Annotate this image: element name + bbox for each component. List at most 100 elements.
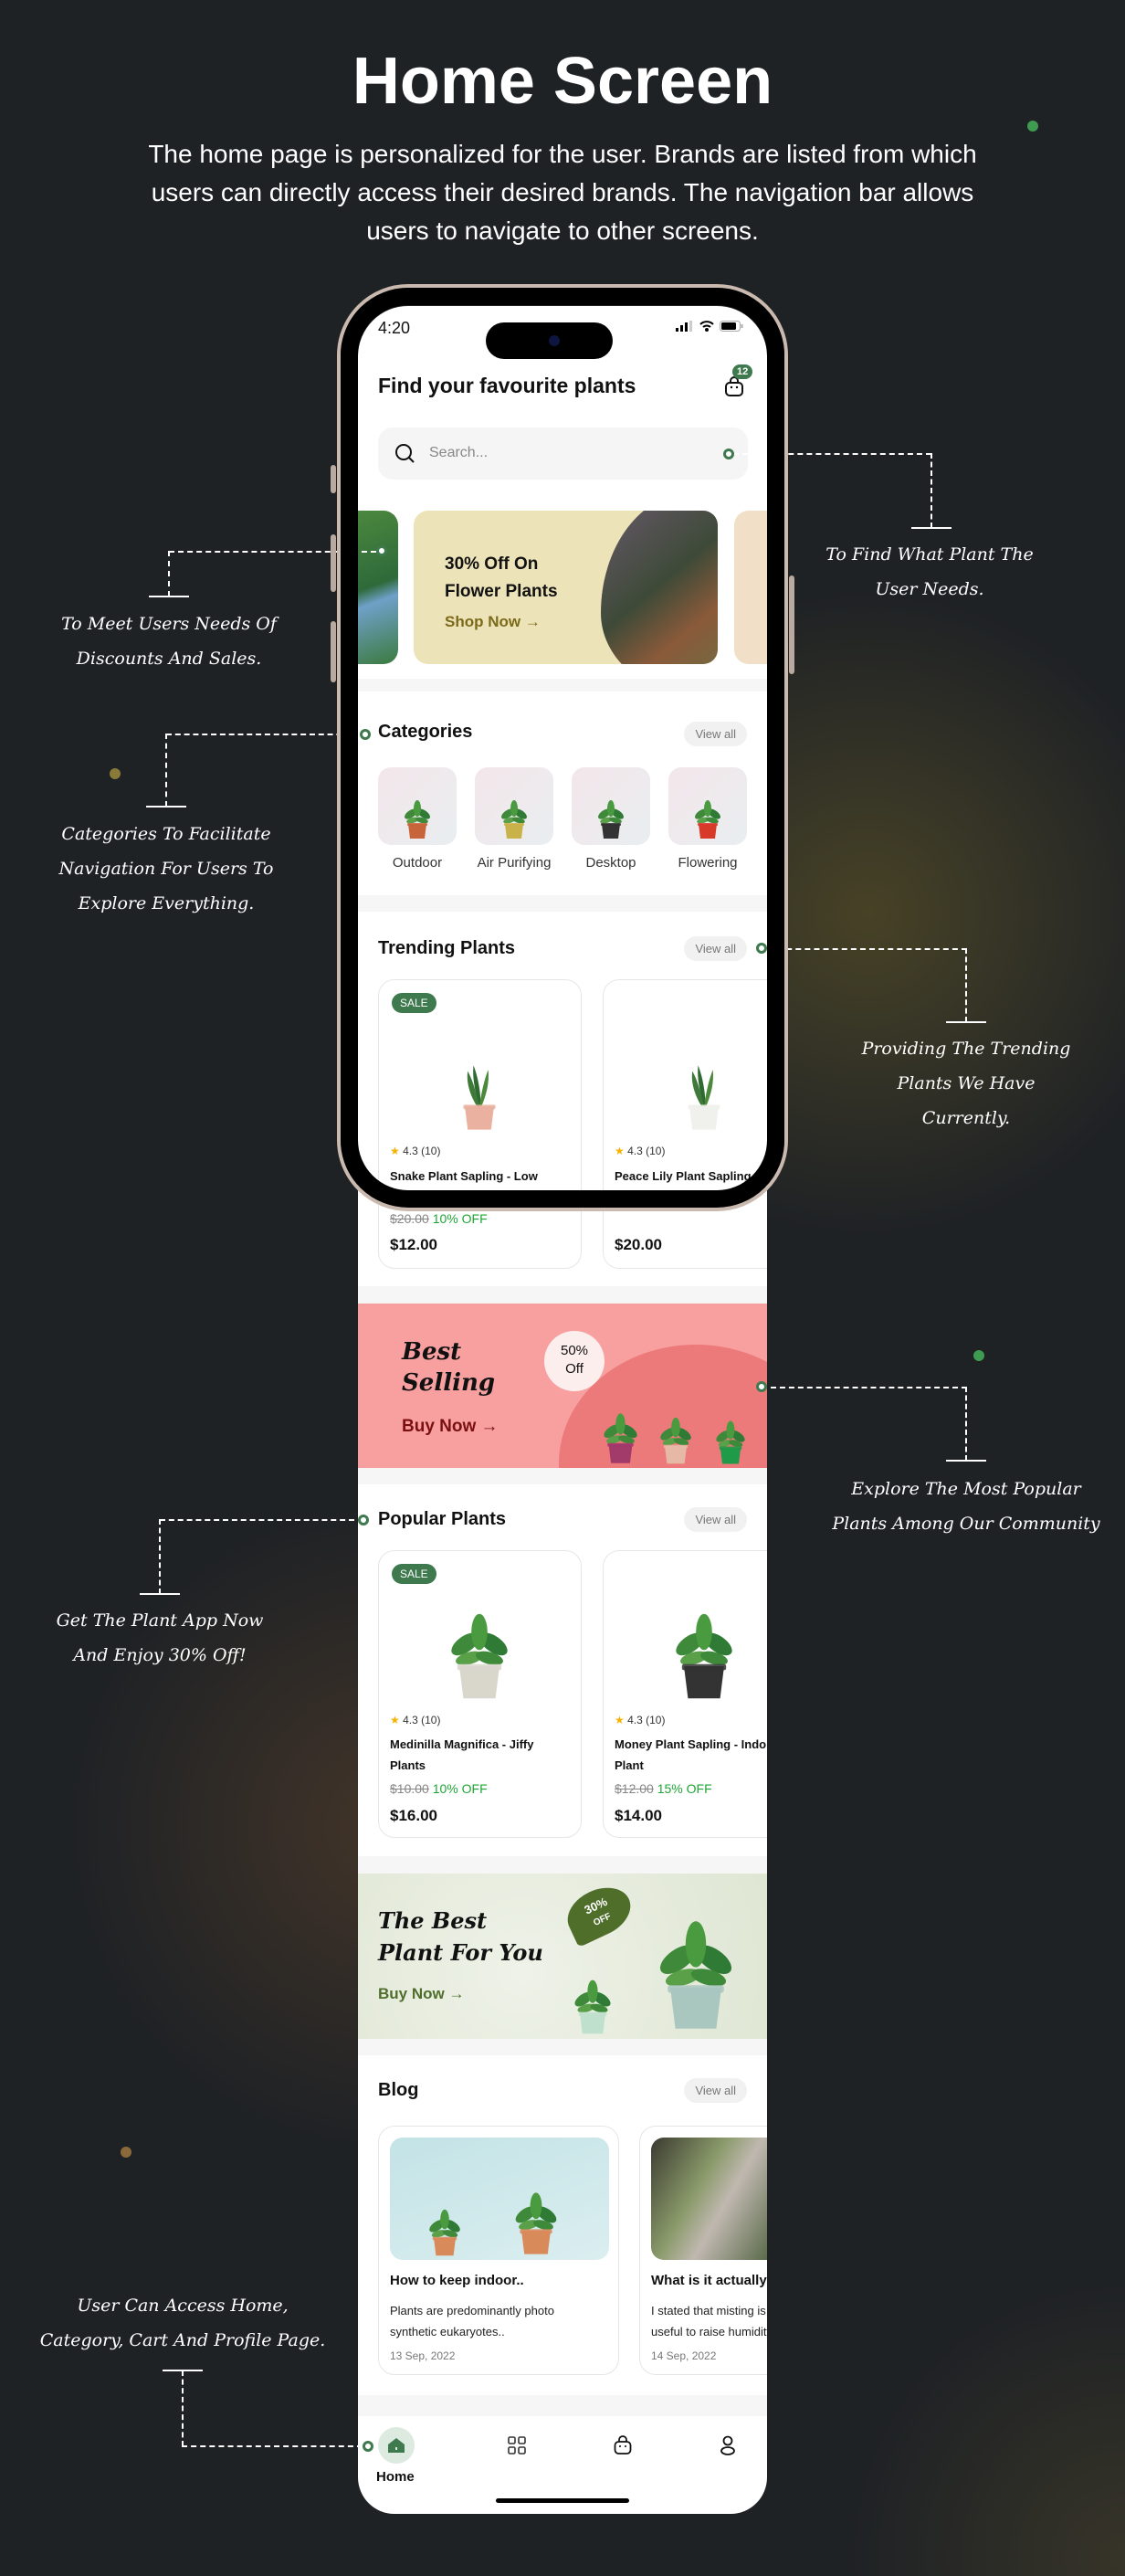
blog-image (651, 2138, 767, 2260)
cart-bag-icon[interactable] (614, 2435, 632, 2455)
phone-button (331, 621, 336, 682)
discount-tag: 30% OFF (559, 1878, 639, 1948)
price-discount: $10.00 10% OFF (390, 1781, 488, 1796)
rating: ★ 4.3 (10) (615, 1145, 666, 1157)
annotation-dot (756, 943, 767, 954)
blog-card[interactable]: How to keep indoor.. Plants are predomin… (378, 2126, 619, 2375)
star-icon: ★ (390, 1145, 400, 1157)
decor-dot (121, 2147, 131, 2158)
product-name: Peace Lily Plant Sapling (615, 1169, 752, 1183)
annotation-dot (756, 1381, 767, 1392)
annotation-line (930, 453, 932, 528)
trending-view-all[interactable]: View all (684, 936, 747, 961)
annotation-tick (140, 1593, 180, 1595)
banner-line2: Flower Plants (445, 582, 558, 601)
annotation-categories: Categories To Facilitate Navigation For U… (58, 824, 274, 913)
rating: ★ 4.3 (10) (390, 1145, 441, 1157)
phone-button (331, 465, 336, 493)
categories-view-all[interactable]: View all (684, 722, 747, 746)
promo-banner[interactable]: 30% Off On Flower Plants Shop Now → (414, 511, 718, 664)
page-title: Home Screen (352, 45, 773, 118)
annotation-dot (376, 545, 387, 556)
blog-excerpt: Plants are predominantly photo synthetic … (390, 2304, 554, 2338)
dynamic-island (486, 322, 613, 359)
home-icon (388, 2438, 405, 2453)
blog-view-all[interactable]: View all (684, 2078, 747, 2103)
blog-card[interactable]: What is it actually I stated that mistin… (639, 2126, 767, 2375)
cart-count-badge: 12 (732, 364, 753, 379)
annotation-trending: Providing The Trending Plants We Have Curr… (861, 1039, 1071, 1128)
category-grid-icon[interactable] (508, 2436, 526, 2455)
promo-banner-next[interactable] (734, 511, 767, 664)
product-price: $16.00 (390, 1807, 437, 1824)
annotation-dot (360, 729, 371, 740)
annotation-line (182, 2445, 363, 2447)
annotation-discounts: To Meet Users Needs Of Discounts And Sale… (61, 614, 277, 669)
divider (358, 895, 767, 912)
shop-now-link[interactable]: Shop Now → (445, 613, 541, 631)
plant-image (632, 1883, 760, 2039)
best-plant-banner[interactable]: The Best Plant For You Buy Now → 30% OFF (358, 1874, 767, 2039)
product-card[interactable]: SALE ★ 4.3 (10) Snake Plant Sapling - Lo… (378, 979, 582, 1269)
blog-title: Blog (378, 2080, 419, 2100)
plant-image (654, 1564, 754, 1706)
product-card[interactable]: SALE ★ 4.3 (10) Medinilla Magnifica - Ji… (378, 1550, 582, 1838)
bottom-nav: Home (358, 2416, 767, 2514)
annotation-search: To Find What Plant The User Needs. (825, 544, 1034, 599)
product-name-line2: Plants (390, 1758, 426, 1772)
camera-icon (549, 335, 560, 346)
star-icon: ★ (615, 1145, 625, 1157)
annotation-line (733, 453, 931, 455)
annotation-line (160, 1519, 354, 1521)
product-card[interactable]: ★ 4.3 (10) Money Plant Sapling - Indoor … (603, 1550, 767, 1838)
decor-dot (1027, 121, 1038, 132)
product-name: Money Plant Sapling - Indoor (615, 1737, 766, 1751)
header-title: Find your favourite plants (378, 374, 636, 397)
profile-icon[interactable] (720, 2435, 736, 2455)
divider (358, 1856, 767, 1874)
divider (358, 1286, 767, 1304)
status-icons (676, 321, 743, 332)
page-description: The home page is personalized for the us… (148, 140, 977, 245)
product-price: $12.00 (390, 1236, 437, 1253)
annotation-tick (146, 806, 186, 808)
blog-excerpt: I stated that misting is useful to raise … (651, 2304, 767, 2338)
popular-view-all[interactable]: View all (684, 1507, 747, 1532)
plant-image (561, 1961, 625, 2039)
popular-title: Popular Plants (378, 1509, 507, 1529)
annotation-line (768, 948, 967, 950)
buy-now-link[interactable]: Buy Now → (402, 1417, 499, 1437)
annotation-tick (946, 1021, 986, 1023)
best-selling-banner[interactable]: Best Selling Buy Now → 50% Off (358, 1304, 767, 1468)
plant-image (394, 773, 440, 842)
annotation-line (169, 551, 376, 553)
blog-date: 14 Sep, 2022 (651, 2349, 717, 2362)
category-desktop[interactable] (572, 767, 650, 845)
annotation-navigation: User Can Access Home, Category, Cart And … (39, 2296, 326, 2350)
promo-banner-prev[interactable] (358, 511, 398, 664)
annotation-line (166, 734, 360, 735)
blog-title: How to keep indoor.. (390, 2273, 524, 2288)
status-time: 4:20 (378, 319, 411, 337)
annotation-line (965, 948, 967, 1022)
nav-home[interactable] (378, 2427, 415, 2464)
annotation-dot (723, 449, 734, 459)
category-label: Air Purifying (477, 855, 552, 871)
plant-image (417, 2138, 472, 2260)
buy-now-link[interactable]: Buy Now → (378, 1985, 464, 2003)
divider (358, 2395, 767, 2416)
category-flowering[interactable] (668, 767, 747, 845)
plant-image (588, 773, 634, 842)
categories-title: Categories (378, 722, 473, 742)
sale-badge: SALE (392, 993, 436, 1013)
product-card[interactable]: ★ 4.3 (10) Peace Lily Plant Sapling $20.… (603, 979, 767, 1269)
category-air-purifying[interactable] (475, 767, 553, 845)
annotation-popular: Explore The Most Popular Plants Among Our… (832, 1479, 1100, 1534)
plant-image (499, 2174, 573, 2260)
price-discount: $12.00 15% OFF (615, 1781, 712, 1796)
blog-image (390, 2138, 609, 2260)
phone-button (789, 575, 794, 674)
category-outdoor[interactable] (378, 767, 457, 845)
search-input[interactable]: Search... (378, 428, 748, 480)
star-icon: ★ (615, 1714, 625, 1726)
